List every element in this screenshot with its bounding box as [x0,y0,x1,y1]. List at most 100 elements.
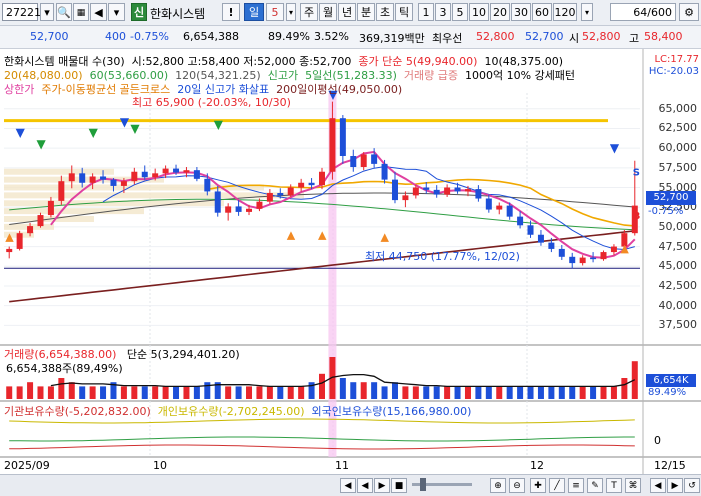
interval-30-button[interactable]: 30 [511,3,531,21]
candle-body [569,256,576,264]
zoom-in-icon[interactable]: ⊕ [490,478,506,493]
interval-1-button[interactable]: 1 [418,3,434,21]
volume-bar [391,382,398,399]
period-count-dropdown-icon[interactable]: ▾ [286,3,296,21]
price-tag-pct: -0.75% [648,206,684,217]
trend-line-icon[interactable]: ╱ [549,478,565,493]
volume-bar [621,378,628,399]
volume-tag: 6,654K [646,374,696,387]
candle-body [89,176,96,183]
search-icon[interactable]: 🔍 [56,3,72,21]
volume-bar [381,386,388,399]
volume-bar [517,386,524,399]
period-day-tab[interactable]: 일 [244,3,264,21]
volume-bar [68,382,75,399]
volume-bar [256,386,263,399]
volume-bar [298,386,305,399]
volume-bar [6,386,13,399]
new-badge: 신 [131,3,147,21]
stock-name: 한화시스템 [150,7,206,21]
candle-body [287,187,294,196]
holding-line [9,418,635,424]
price-chart-canvas[interactable]: ▼▼ ▼ ▼▼▼▼▼▲ ▲ ▲ ▲▲SB [0,49,701,495]
volume-bar [444,386,451,399]
buy-signal-marker: B [633,211,641,222]
period-week-tab[interactable]: 주 [300,3,318,21]
period-count-input[interactable]: 5 [266,3,284,21]
scroll-first-icon[interactable]: ◀ [340,478,356,493]
fibonacci-icon[interactable]: ≡ [568,478,584,493]
volume-sma: 단순 5(3,294,401.20) [126,348,240,361]
foreign-holding: 외국인보유수량(15,166,980.00) [311,405,472,418]
breakout-arrow: ▼ [16,125,26,139]
scroll-left-icon[interactable]: ◀ [650,478,666,493]
volume-value: 6,654,388 [183,30,239,43]
code-dropdown-icon[interactable]: ▾ [40,3,54,21]
sound-icon[interactable]: ◀ [90,3,107,21]
date-label-last: 12/15 [654,459,686,472]
price-axis-label: 65,000 [658,101,698,115]
volume-bar [131,386,138,399]
volume-bar [485,386,492,399]
ma20-line [207,178,635,227]
candle-body [360,154,367,168]
candle-body [47,200,54,216]
candle-body [235,206,242,212]
reset-icon[interactable]: ↺ [684,478,700,493]
volume-bar [204,382,211,399]
scroll-prev-icon[interactable]: ◀ [357,478,373,493]
zoom-out-icon[interactable]: ⊖ [509,478,525,493]
drawing-icon[interactable]: ✎ [587,478,603,493]
zoom-slider-handle[interactable] [420,478,426,491]
period-minute-tab[interactable]: 분 [357,3,375,21]
stock-list-icon[interactable]: ▦ [73,3,89,21]
interval-dropdown-icon[interactable]: ▾ [581,3,593,21]
holding-legend: 기관보유수량(-5,202,832.00) 개인보유수량(-2,702,245.… [4,403,471,419]
hc-value: HC:-20.03 [648,66,699,77]
interval-60-button[interactable]: 60 [532,3,552,21]
interval-120-button[interactable]: 120 [553,3,577,21]
golden-cross-arrow: ▲ [287,229,296,242]
candle-body [548,242,555,249]
settings-icon[interactable]: ⚙ [679,3,699,21]
period-year-tab[interactable]: 년 [338,3,356,21]
volume-bar [100,386,107,399]
volume-bar [537,386,544,399]
stop-icon[interactable]: ■ [391,478,407,493]
interval-10-button[interactable]: 10 [469,3,489,21]
text-tool-icon[interactable]: T [606,478,622,493]
volume-bar [47,386,54,399]
magnet-icon[interactable]: ⌘ [625,478,641,493]
period-month-tab[interactable]: 월 [319,3,337,21]
candle-body [266,193,273,202]
volume-bar [173,386,180,399]
period-second-tab[interactable]: 초 [376,3,394,21]
inst-holding: 기관보유수량(-5,202,832.00) [4,405,151,418]
nav-dropdown-icon[interactable]: ▾ [108,3,125,21]
candle-body [496,205,503,210]
volume-bar [58,378,65,399]
candle-body [319,171,325,186]
scroll-right-icon[interactable]: ▶ [667,478,683,493]
best-ask: 52,800 [476,30,515,43]
stock-code-input[interactable]: 272210 [2,3,48,21]
alert-button[interactable]: ! [222,3,240,21]
interval-5-button[interactable]: 5 [452,3,468,21]
scroll-next-icon[interactable]: ▶ [374,478,390,493]
crosshair-icon[interactable]: ✚ [530,478,546,493]
volume-bar [610,386,617,399]
interval-20-button[interactable]: 20 [490,3,510,21]
candle-body [246,208,253,212]
candle-body [277,193,284,196]
lc-value: LC:17.77 [654,54,699,65]
volume-bar [141,386,148,399]
candle-body [444,187,451,195]
volume-bar [120,386,127,399]
chart-area[interactable]: ▼ ▼ ▼ ▼ ▼ ▼ ▼ ▼ ▲ ▲ ▲ ▲ ▲ S B 한화시스템 매물대 수(30) 시:52,800… [0,49,701,495]
volume-bar [360,382,367,399]
candle-body [381,163,388,180]
interval-3-button[interactable]: 3 [435,3,451,21]
turnover-ratio: 3.52% [314,30,349,43]
period-tick-tab[interactable]: 틱 [395,3,413,21]
candle-body [402,195,409,201]
